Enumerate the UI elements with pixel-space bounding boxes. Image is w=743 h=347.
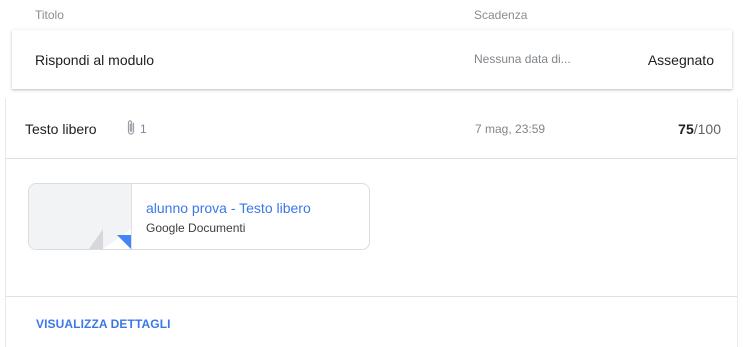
expanded-assignment-title: Testo libero <box>25 121 97 137</box>
grade: 75/100 <box>678 121 721 137</box>
column-due-label: Scadenza <box>474 8 528 22</box>
expanded-assignment-header[interactable]: Testo libero 1 7 mag, 23:59 75/100 <box>6 98 737 159</box>
assignment-status: Assegnato <box>647 52 714 68</box>
google-docs-icon <box>117 235 131 249</box>
attachment-card[interactable]: alunno prova - Testo libero Google Docum… <box>28 183 370 250</box>
document-thumbnail <box>29 184 132 249</box>
assignment-row[interactable]: Rispondi al modulo Nessuna data di... As… <box>12 30 732 89</box>
grade-value: 75 <box>678 121 694 137</box>
expanded-assignment: Testo libero 1 7 mag, 23:59 75/100 alunn… <box>5 98 738 347</box>
paperclip-icon <box>124 119 138 137</box>
thumbnail-fold-shadow <box>89 229 103 249</box>
panel-footer: VISUALIZZA DETTAGLI <box>6 296 737 347</box>
view-details-link[interactable]: VISUALIZZA DETTAGLI <box>36 317 171 331</box>
column-title-label: Titolo <box>35 8 64 22</box>
classwork-list: Titolo Scadenza Rispondi al modulo Nessu… <box>0 0 743 347</box>
attachment-count: 1 <box>140 122 147 136</box>
grade-max: /100 <box>693 121 721 137</box>
assignment-due: Nessuna data di... <box>474 52 571 66</box>
column-header: Titolo Scadenza <box>0 0 743 28</box>
assignment-title: Rispondi al modulo <box>35 52 155 68</box>
attachment-type: Google Documenti <box>146 221 246 235</box>
attachment-title: alunno prova - Testo libero <box>146 200 311 216</box>
expanded-assignment-due: 7 mag, 23:59 <box>475 122 546 136</box>
